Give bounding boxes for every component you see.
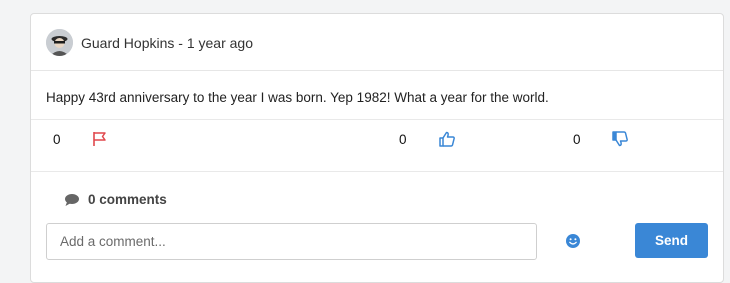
author-name[interactable]: Guard Hopkins	[81, 35, 174, 51]
like-count: 0	[399, 132, 407, 147]
divider	[31, 171, 723, 172]
comments-count-label: 0 comments	[88, 192, 167, 207]
thumbs-down-icon[interactable]	[611, 130, 629, 148]
post-byline: Guard Hopkins - 1 year ago	[81, 35, 253, 51]
avatar[interactable]	[46, 29, 73, 56]
dislike-count: 0	[573, 132, 581, 147]
post-time: 1 year ago	[186, 35, 254, 51]
smiley-icon[interactable]	[565, 233, 581, 249]
comment-input[interactable]	[46, 223, 537, 260]
post-card: Guard Hopkins - 1 year ago Happy 43rd an…	[30, 13, 724, 283]
thumbs-up-icon[interactable]	[438, 130, 456, 148]
comment-bubble-icon	[65, 194, 79, 206]
post-text: Happy 43rd anniversary to the year I was…	[46, 90, 549, 105]
byline-separator: -	[174, 35, 187, 51]
avatar-image	[46, 29, 73, 56]
flag-count: 0	[53, 132, 61, 147]
flag-icon[interactable]	[91, 130, 109, 148]
divider	[31, 119, 723, 120]
send-button[interactable]: Send	[635, 223, 708, 258]
post-header: Guard Hopkins - 1 year ago	[31, 14, 723, 71]
